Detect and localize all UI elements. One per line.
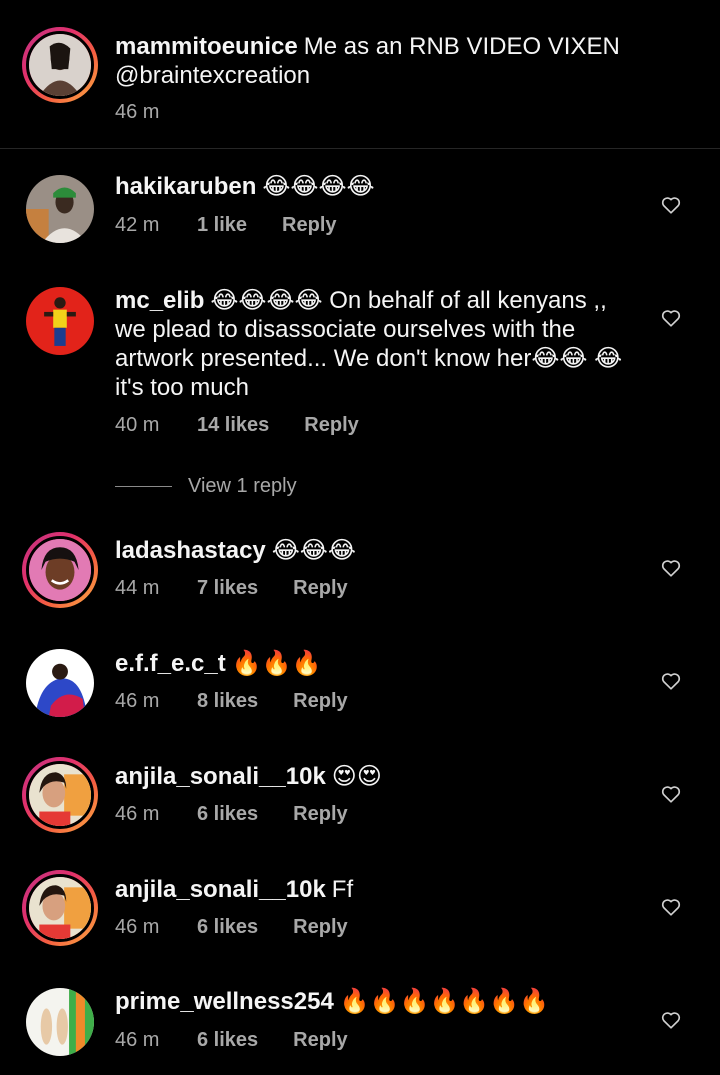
view-replies-line: [115, 486, 172, 487]
comment-body: 😍😍: [331, 763, 382, 790]
avatar-image: [29, 539, 91, 601]
comment-time: 44 m: [115, 577, 160, 599]
comment-avatar[interactable]: [22, 870, 98, 946]
comment-avatar[interactable]: [22, 532, 98, 608]
comment-username[interactable]: anjila_sonali__10k: [115, 763, 326, 790]
comment-avatar[interactable]: [26, 287, 94, 355]
avatar-image: [29, 34, 91, 96]
comment-text: ladashastacy 😂😂😂: [115, 536, 635, 565]
comment-text: prime_wellness254 🔥🔥🔥🔥🔥🔥🔥: [115, 987, 635, 1016]
reply-button[interactable]: Reply: [293, 690, 347, 713]
comment-username[interactable]: e.f.f_e.c_t: [115, 650, 226, 677]
comment-avatar[interactable]: [26, 988, 94, 1056]
view-replies-button[interactable]: View 1 reply: [115, 475, 297, 498]
avatar-image: [26, 988, 94, 1056]
comment-likes[interactable]: 7 likes: [197, 577, 258, 600]
comment-text: anjila_sonali__10k Ff: [115, 875, 635, 904]
reply-button[interactable]: Reply: [293, 803, 347, 826]
comment-username[interactable]: hakikaruben: [115, 173, 256, 200]
heart-outline-icon[interactable]: [660, 896, 682, 918]
comment-likes[interactable]: 6 likes: [197, 916, 258, 939]
comment-likes[interactable]: 1 like: [197, 214, 247, 237]
comment-body: 🔥🔥🔥🔥🔥🔥🔥: [339, 988, 549, 1015]
comment-meta: 46 m 6 likes Reply: [115, 916, 348, 939]
heart-outline-icon[interactable]: [660, 194, 682, 216]
reply-button[interactable]: Reply: [293, 916, 347, 939]
heart-outline-icon[interactable]: [660, 557, 682, 579]
comment-body: 🔥🔥🔥: [231, 650, 322, 677]
comment-likes[interactable]: 6 likes: [197, 803, 258, 826]
avatar-image: [29, 764, 91, 826]
comment-time: 46 m: [115, 803, 160, 825]
comment-text: mc_elib 😂😂😂😂 On behalf of all kenyans ,, …: [115, 286, 635, 402]
heart-outline-icon[interactable]: [660, 783, 682, 805]
avatar-image: [29, 877, 91, 939]
comment-body: 😂😂😂😂: [262, 173, 375, 200]
comment-text: hakikaruben 😂😂😂😂: [115, 172, 635, 201]
comment-time: 40 m: [115, 414, 160, 436]
caption-meta: 46 m: [115, 101, 197, 124]
comment-likes[interactable]: 14 likes: [197, 414, 269, 437]
avatar-image: [26, 287, 94, 355]
caption-time: 46 m: [115, 101, 160, 123]
comment-likes[interactable]: 6 likes: [197, 1029, 258, 1052]
comment-username[interactable]: ladashastacy: [115, 537, 266, 564]
comment-time: 46 m: [115, 1029, 160, 1051]
comment-username[interactable]: prime_wellness254: [115, 988, 334, 1015]
view-replies-label: View 1 reply: [188, 475, 297, 497]
comment-avatar[interactable]: [26, 649, 94, 717]
comment-time: 46 m: [115, 916, 160, 938]
reply-button[interactable]: Reply: [304, 414, 358, 437]
heart-outline-icon[interactable]: [660, 1009, 682, 1031]
comment-avatar[interactable]: [26, 175, 94, 243]
caption-username[interactable]: mammitoeunice: [115, 33, 298, 60]
avatar-image: [26, 175, 94, 243]
comment-meta: 46 m 8 likes Reply: [115, 690, 348, 713]
comment-body: 😂😂😂: [271, 537, 356, 564]
reply-button[interactable]: Reply: [282, 214, 336, 237]
reply-button[interactable]: Reply: [293, 1029, 347, 1052]
comment-avatar[interactable]: [22, 757, 98, 833]
comment-meta: 46 m 6 likes Reply: [115, 803, 348, 826]
comment-username[interactable]: anjila_sonali__10k: [115, 876, 326, 903]
comment-time: 46 m: [115, 690, 160, 712]
comment-username[interactable]: mc_elib: [115, 287, 204, 314]
caption-text: mammitoeunice Me as an RNB VIDEO VIXEN @b…: [115, 32, 635, 90]
comment-meta: 44 m 7 likes Reply: [115, 577, 348, 600]
comment-body: Ff: [331, 876, 354, 903]
comment-meta: 46 m 6 likes Reply: [115, 1029, 348, 1052]
comment-time: 42 m: [115, 214, 160, 236]
caption-avatar[interactable]: [22, 27, 98, 103]
reply-button[interactable]: Reply: [293, 577, 347, 600]
comment-meta: 40 m 14 likes Reply: [115, 414, 359, 437]
avatar-image: [26, 649, 94, 717]
comment-likes[interactable]: 8 likes: [197, 690, 258, 713]
heart-outline-icon[interactable]: [660, 670, 682, 692]
heart-outline-icon[interactable]: [660, 307, 682, 329]
comment-text: anjila_sonali__10k 😍😍: [115, 762, 635, 791]
divider: [0, 148, 720, 149]
comment-text: e.f.f_e.c_t 🔥🔥🔥: [115, 649, 635, 678]
comment-meta: 42 m 1 like Reply: [115, 214, 337, 237]
